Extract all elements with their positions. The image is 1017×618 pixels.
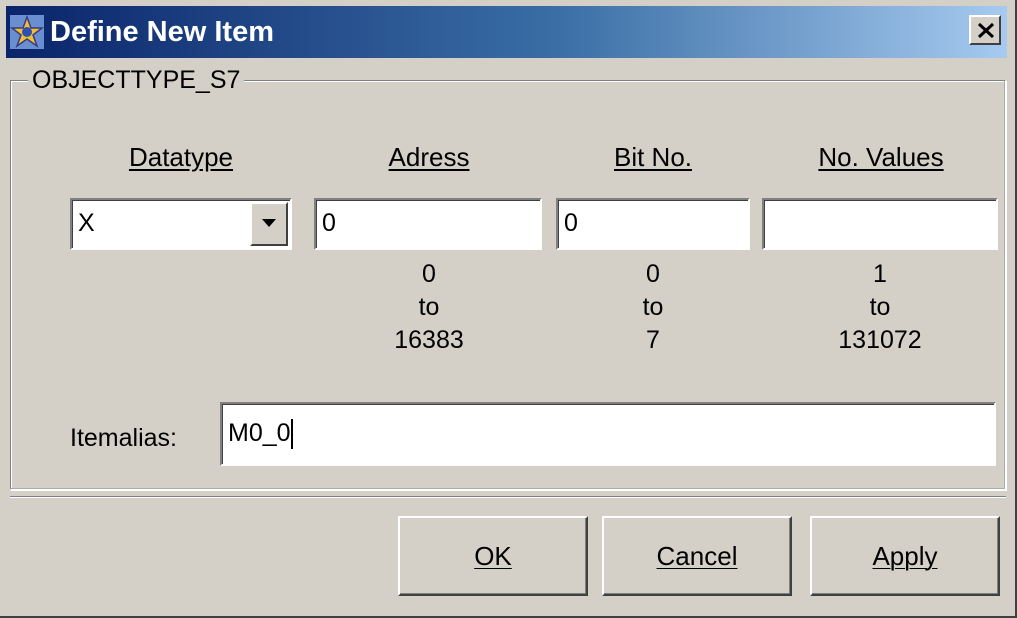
values-range-max: 131072 — [838, 326, 922, 354]
bit-number-value: 0 — [564, 209, 578, 237]
values-range-to: to — [869, 293, 891, 321]
datatype-dropdown-button[interactable] — [250, 202, 288, 246]
item-alias-label: Itemalias: — [70, 424, 177, 452]
app-icon — [9, 14, 45, 49]
chevron-down-icon — [262, 219, 276, 227]
address-label: Adress — [388, 142, 470, 172]
ok-button-label: OK — [474, 540, 512, 571]
item-alias-value: M0_0 — [228, 419, 291, 447]
bit-range: 0 to 7 — [556, 258, 750, 357]
datatype-select[interactable]: X — [70, 198, 292, 250]
title-bar[interactable]: Define New Item — [6, 6, 1007, 58]
values-range-min: 1 — [873, 260, 887, 288]
bit-number-label: Bit No. — [613, 142, 693, 172]
bit-number-input[interactable]: 0 — [556, 198, 750, 250]
cancel-button[interactable]: Cancel — [602, 516, 792, 596]
datatype-label: Datatype — [128, 142, 234, 172]
datatype-value: X — [78, 209, 95, 237]
values-range: 1 to 131072 — [762, 258, 998, 357]
ok-button[interactable]: OK — [398, 516, 588, 596]
close-button[interactable] — [969, 15, 1001, 45]
cancel-button-label: Cancel — [656, 540, 738, 571]
address-range-min: 0 — [422, 260, 436, 288]
text-caret — [290, 419, 293, 450]
item-alias-input[interactable]: M0_0 — [220, 402, 996, 466]
separator-highlight — [10, 497, 1006, 498]
bit-range-min: 0 — [646, 260, 660, 288]
address-range-to: to — [418, 293, 440, 321]
window-title: Define New Item — [50, 16, 274, 48]
bit-range-max: 7 — [646, 326, 660, 354]
apply-button-label: Apply — [872, 540, 938, 571]
address-range: 0 to 16383 — [318, 258, 540, 357]
address-value: 0 — [322, 209, 336, 237]
number-values-input[interactable] — [762, 198, 998, 250]
address-range-max: 16383 — [394, 326, 464, 354]
number-values-label: No. Values — [818, 142, 944, 172]
close-icon — [977, 22, 995, 39]
apply-button[interactable]: Apply — [810, 516, 1000, 596]
bit-range-to: to — [642, 293, 664, 321]
group-label: OBJECTTYPE_S7 — [28, 66, 245, 94]
address-input[interactable]: 0 — [314, 198, 542, 250]
define-item-dialog: Define New Item OBJECTTYPE_S7 Datatype A… — [0, 0, 1017, 618]
